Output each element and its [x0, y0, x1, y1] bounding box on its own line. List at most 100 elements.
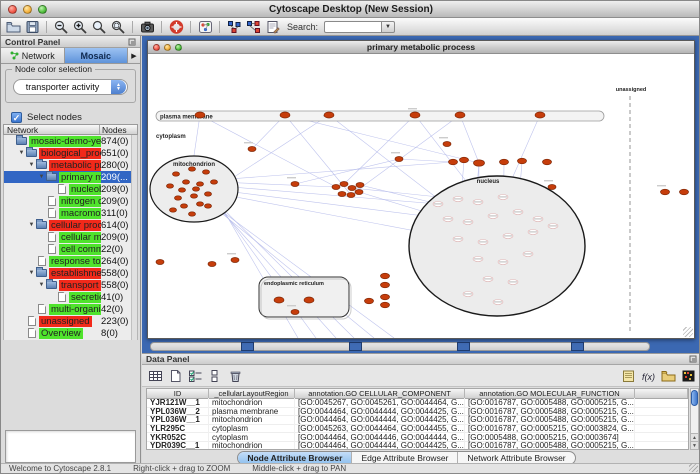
- table-column-header[interactable]: annotation.GO MOLECULAR_FUNCTION: [465, 389, 635, 398]
- gene-node[interactable]: [543, 159, 552, 165]
- tree-row[interactable]: ▼cellular process614(0): [4, 219, 137, 231]
- gene-node[interactable]: [535, 112, 545, 118]
- gene-node[interactable]: [474, 160, 485, 166]
- gene-node[interactable]: [449, 159, 458, 165]
- zoom-in-icon[interactable]: [72, 19, 88, 34]
- gene-node[interactable]: [365, 298, 374, 304]
- gene-node[interactable]: [195, 112, 205, 118]
- tree-row[interactable]: secretion41(0): [4, 291, 137, 303]
- gene-node[interactable]: [181, 204, 188, 208]
- tree-row[interactable]: ▼metabolic process280(0): [4, 159, 137, 171]
- search-dropdown-icon[interactable]: ▼: [382, 21, 395, 33]
- float-panel-icon[interactable]: [689, 355, 697, 363]
- select-attributes-icon[interactable]: [187, 368, 203, 383]
- region-nucleus[interactable]: [409, 176, 585, 316]
- gene-node[interactable]: [455, 112, 465, 118]
- gene-node[interactable]: [203, 170, 210, 174]
- tab-mosaic[interactable]: Mosaic: [65, 48, 129, 63]
- notepad-icon[interactable]: [620, 368, 636, 383]
- table-scrollbar[interactable]: ▲ ▼: [690, 388, 699, 450]
- gene-node[interactable]: [500, 159, 509, 165]
- layout-a-icon[interactable]: [226, 19, 242, 34]
- tab-network-attribute-browser[interactable]: Network Attribute Browser: [457, 452, 574, 464]
- search-input[interactable]: [324, 21, 382, 33]
- scroll-down-icon[interactable]: ▼: [691, 441, 698, 449]
- gene-node[interactable]: [443, 142, 451, 147]
- help-ring-icon[interactable]: [168, 19, 184, 34]
- delete-attribute-icon[interactable]: [227, 368, 243, 383]
- gene-node[interactable]: [175, 196, 182, 200]
- gene-node[interactable]: [348, 186, 356, 191]
- gene-node[interactable]: [395, 157, 403, 162]
- gene-node[interactable]: [173, 172, 180, 176]
- gene-node[interactable]: [211, 180, 218, 184]
- annotation-icon[interactable]: [264, 19, 280, 34]
- gene-node[interactable]: [324, 112, 334, 118]
- import-folder-icon[interactable]: [660, 368, 676, 383]
- gene-node[interactable]: [347, 193, 355, 198]
- gene-node[interactable]: [189, 167, 196, 171]
- tab-edge-attribute-browser[interactable]: Edge Attribute Browser: [351, 452, 457, 464]
- frame-zoom-icon[interactable]: [175, 44, 182, 51]
- gene-node[interactable]: [410, 112, 420, 118]
- zoom-window-icon[interactable]: [38, 5, 47, 14]
- tree-row[interactable]: unassigned223(0): [4, 315, 137, 327]
- gene-node[interactable]: [280, 112, 290, 118]
- expand-arrow-icon[interactable]: ▼: [37, 174, 46, 180]
- gene-node[interactable]: [197, 182, 204, 186]
- tree-row[interactable]: Overview8(0): [4, 327, 137, 339]
- zoom-selected-icon[interactable]: [110, 19, 126, 34]
- tree-row[interactable]: nucleobase-209(0): [4, 183, 137, 195]
- close-window-icon[interactable]: [8, 5, 17, 14]
- tree-row[interactable]: cellular metabo209(0): [4, 231, 137, 243]
- tree-column-nodes[interactable]: Nodes: [100, 125, 137, 134]
- network-canvas[interactable]: plasma membrane cytoplasm mitochondrion …: [148, 54, 694, 338]
- gene-node[interactable]: [304, 297, 314, 303]
- gene-node[interactable]: [460, 157, 469, 163]
- gene-node[interactable]: [381, 282, 390, 288]
- gene-node[interactable]: [170, 208, 177, 212]
- zoom-out-icon[interactable]: [53, 19, 69, 34]
- gene-node[interactable]: [231, 258, 239, 263]
- expand-arrow-icon[interactable]: ▼: [17, 150, 26, 156]
- expand-arrow-icon[interactable]: ▼: [27, 162, 36, 168]
- frame-close-icon[interactable]: [153, 44, 160, 51]
- gene-node[interactable]: [167, 184, 174, 188]
- tree-row[interactable]: nitrogen compo209(0): [4, 195, 137, 207]
- gene-node[interactable]: [193, 187, 200, 191]
- gene-node[interactable]: [179, 188, 186, 192]
- gene-node[interactable]: [340, 182, 348, 187]
- gene-node[interactable]: [274, 297, 284, 303]
- tree-row[interactable]: multi-organism pro42(0): [4, 303, 137, 315]
- gene-node[interactable]: [197, 202, 204, 206]
- tree-row[interactable]: ▼transport558(0): [4, 279, 137, 291]
- gene-node[interactable]: [381, 302, 390, 308]
- gene-node[interactable]: [518, 158, 527, 164]
- tree-row[interactable]: ▼establishment of lo558(0): [4, 267, 137, 279]
- tree-row[interactable]: mosaic-demo-yeast874(0): [4, 135, 137, 147]
- gene-node[interactable]: [189, 212, 196, 216]
- gene-node[interactable]: [381, 294, 390, 300]
- network-view-titlebar[interactable]: primary metabolic process: [148, 41, 694, 54]
- tree-row[interactable]: response to stimul264(0): [4, 255, 137, 267]
- background-network-frame[interactable]: [150, 342, 650, 351]
- gene-node[interactable]: [661, 189, 670, 195]
- gene-node[interactable]: [291, 182, 299, 187]
- gene-node[interactable]: [248, 147, 256, 152]
- tab-overflow-arrow-icon[interactable]: ▶: [128, 48, 140, 63]
- table-column-header[interactable]: ID: [147, 389, 209, 398]
- gene-node[interactable]: [208, 262, 216, 267]
- tab-network[interactable]: Network: [1, 48, 65, 63]
- scroll-up-icon[interactable]: ▲: [691, 433, 698, 441]
- table-row[interactable]: YDR039C__1mitochondrion[GO:0044464, GO:0…: [147, 442, 688, 450]
- gene-node[interactable]: [205, 192, 212, 196]
- tree-row[interactable]: macromolecule311(0): [4, 207, 137, 219]
- gene-node[interactable]: [680, 189, 689, 195]
- expand-arrow-icon[interactable]: ▼: [37, 282, 46, 288]
- minimize-window-icon[interactable]: [23, 5, 32, 14]
- column-layout-icon[interactable]: [207, 368, 223, 383]
- open-folder-icon[interactable]: [5, 19, 21, 34]
- gene-node[interactable]: [381, 273, 390, 279]
- tab-node-attribute-browser[interactable]: Node Attribute Browser: [238, 452, 351, 464]
- save-icon[interactable]: [24, 19, 40, 34]
